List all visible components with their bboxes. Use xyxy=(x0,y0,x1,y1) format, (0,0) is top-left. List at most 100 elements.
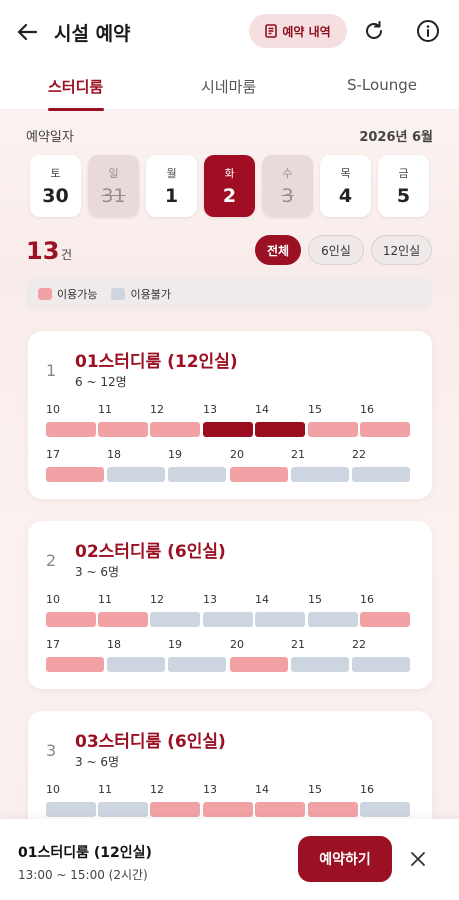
hour-label: 19 xyxy=(168,448,182,461)
time-slot[interactable] xyxy=(46,467,104,482)
hour-label: 14 xyxy=(255,403,269,416)
time-slot[interactable] xyxy=(308,802,358,817)
day-card[interactable]: 금5 xyxy=(378,155,429,217)
back-button[interactable] xyxy=(14,18,42,46)
receipt-icon xyxy=(265,24,278,38)
tab-study-room[interactable]: 스터디룸 xyxy=(48,76,103,97)
result-count-unit: 건 xyxy=(61,248,73,262)
day-card[interactable]: 목4 xyxy=(320,155,371,217)
date-section-label: 예약일자 xyxy=(26,130,74,145)
time-slot xyxy=(352,467,410,482)
time-slot[interactable] xyxy=(46,612,96,627)
hour-label: 20 xyxy=(230,638,244,651)
hour-label: 12 xyxy=(150,403,164,416)
hour-label: 13 xyxy=(203,593,217,606)
time-slot[interactable] xyxy=(150,802,200,817)
day-of-week: 화 xyxy=(224,167,235,180)
hour-label: 11 xyxy=(98,783,112,796)
room-index: 3 xyxy=(46,741,57,760)
close-selection-button[interactable] xyxy=(408,849,428,869)
day-number: 31 xyxy=(101,185,126,207)
result-count: 13 xyxy=(26,237,60,265)
day-of-week: 수 xyxy=(282,167,293,180)
availability-legend: 이용가능 이용불가 xyxy=(26,278,432,310)
month-label: 2026년 6월 xyxy=(359,130,433,145)
app: 시설 예약 예약 내역 스터디룸 시네마룸 S-Lounge 예약일자 2026… xyxy=(0,0,459,900)
reservation-history-label: 예약 내역 xyxy=(282,24,331,39)
hour-label: 21 xyxy=(291,448,305,461)
room-name[interactable]: 02스터디룸 (6인실) xyxy=(75,537,226,562)
time-slot xyxy=(46,802,96,817)
time-slot xyxy=(168,657,226,672)
selection-bottom-bar: 01스터디룸 (12인실) 13:00 ~ 15:00 (2시간) 예약하기 xyxy=(0,819,459,900)
tab-cinema-room[interactable]: 시네마룸 xyxy=(201,76,256,97)
time-slot[interactable] xyxy=(360,612,410,627)
time-slot[interactable] xyxy=(203,802,253,817)
time-slot[interactable] xyxy=(308,422,358,437)
time-slot[interactable] xyxy=(360,422,410,437)
time-slot[interactable] xyxy=(46,422,96,437)
selected-room-name: 01스터디룸 (12인실) xyxy=(18,845,152,861)
day-of-week: 토 xyxy=(50,167,61,180)
time-slot xyxy=(107,467,165,482)
refresh-icon xyxy=(366,21,382,39)
day-number: 2 xyxy=(222,185,237,207)
hour-label: 12 xyxy=(150,593,164,606)
hour-label: 16 xyxy=(360,593,374,606)
room-capacity: 3 ~ 6명 xyxy=(75,755,119,769)
time-slot xyxy=(360,802,410,817)
hour-label: 18 xyxy=(107,448,121,461)
day-number: 30 xyxy=(42,185,69,207)
tab-s-lounge[interactable]: S-Lounge xyxy=(347,76,417,94)
time-slot[interactable] xyxy=(255,802,305,817)
time-slot[interactable] xyxy=(230,467,288,482)
hour-label: 15 xyxy=(308,783,322,796)
reserve-button[interactable]: 예약하기 xyxy=(298,836,392,882)
day-card[interactable]: 토 30 xyxy=(30,155,81,217)
hour-label: 20 xyxy=(230,448,244,461)
day-number: 4 xyxy=(338,185,353,207)
time-slot xyxy=(168,467,226,482)
hour-label: 22 xyxy=(352,638,366,651)
room-name[interactable]: 03스터디룸 (6인실) xyxy=(75,727,226,752)
time-slot[interactable] xyxy=(98,422,148,437)
room-index: 2 xyxy=(46,551,57,570)
time-slot xyxy=(107,657,165,672)
day-card: 일 31 xyxy=(88,155,139,217)
time-slot[interactable] xyxy=(150,422,200,437)
time-slot xyxy=(150,612,200,627)
time-slot xyxy=(308,612,358,627)
day-of-week: 일 xyxy=(108,167,119,180)
filter-12-person-button[interactable]: 12인실 xyxy=(371,235,432,265)
hour-label: 10 xyxy=(46,783,60,796)
room-name[interactable]: 01스터디룸 (12인실) xyxy=(75,347,238,372)
hour-label: 14 xyxy=(255,783,269,796)
hour-label: 12 xyxy=(150,783,164,796)
hour-label: 16 xyxy=(360,403,374,416)
filter-6-person-button[interactable]: 6인실 xyxy=(308,235,364,265)
reservation-history-button[interactable]: 예약 내역 xyxy=(249,14,347,48)
day-of-week: 금 xyxy=(398,167,409,180)
time-slot xyxy=(98,802,148,817)
info-button[interactable] xyxy=(416,19,440,43)
hour-label: 11 xyxy=(98,593,112,606)
day-card[interactable]: 화2 xyxy=(204,155,255,217)
time-slot[interactable] xyxy=(230,657,288,672)
hour-label: 18 xyxy=(107,638,121,651)
close-icon xyxy=(411,852,425,866)
page-title: 시설 예약 xyxy=(54,23,131,45)
time-slot[interactable] xyxy=(255,422,305,437)
available-swatch xyxy=(38,288,52,300)
day-number: 1 xyxy=(164,185,179,207)
time-slot[interactable] xyxy=(46,657,104,672)
info-icon xyxy=(417,20,439,42)
refresh-button[interactable] xyxy=(362,19,386,43)
time-slot xyxy=(352,657,410,672)
header: 시설 예약 예약 내역 xyxy=(0,0,459,62)
day-of-week: 목 xyxy=(340,167,351,180)
filter-all-button[interactable]: 전체 xyxy=(255,235,301,265)
time-slot[interactable] xyxy=(203,422,253,437)
legend-item-available: 이용가능 xyxy=(38,286,97,302)
day-card[interactable]: 월1 xyxy=(146,155,197,217)
time-slot[interactable] xyxy=(98,612,148,627)
